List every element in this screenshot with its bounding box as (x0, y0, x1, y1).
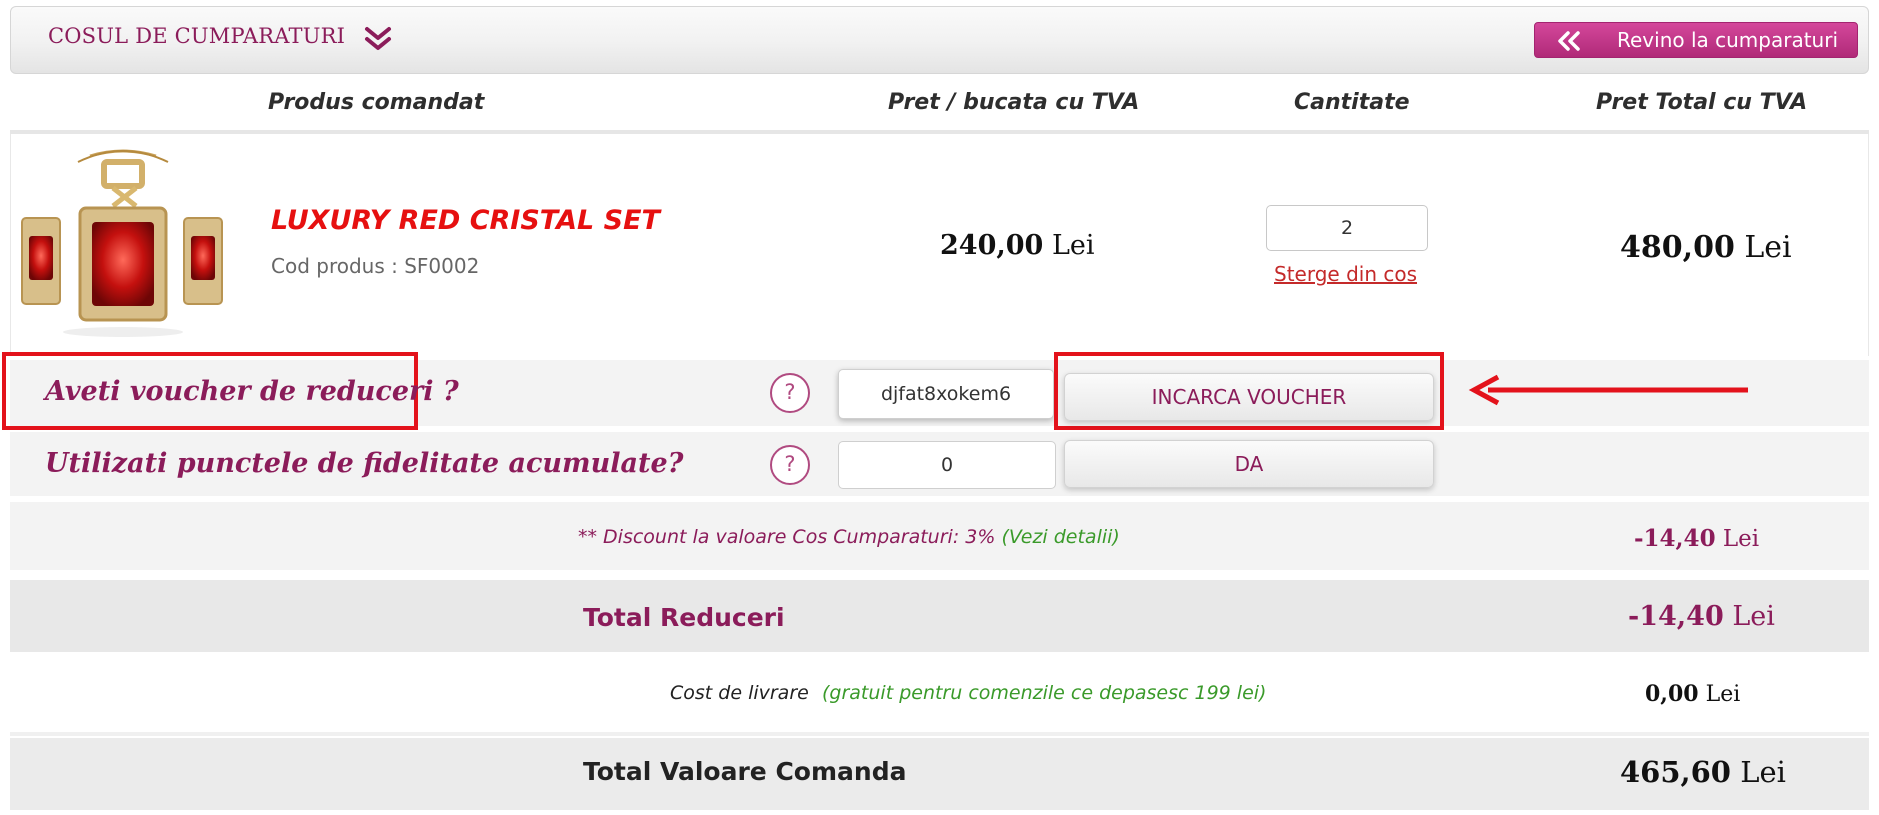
line-total-currency: Lei (1744, 230, 1792, 265)
grand-total-currency: Lei (1740, 755, 1786, 789)
fidelity-points-input[interactable] (838, 441, 1056, 489)
voucher-help-icon[interactable]: ? (770, 373, 810, 413)
unit-price-currency: Lei (1051, 230, 1095, 261)
delivery-cost-currency: Lei (1705, 682, 1741, 707)
load-voucher-button[interactable]: INCARCA VOUCHER (1064, 373, 1434, 421)
discount-amount-value: -14,40 (1634, 525, 1716, 552)
column-header-unit-price: Pret / bucata cu TVA (888, 90, 1140, 115)
cart-title: COSUL DE CUMPARATURI (48, 24, 346, 48)
total-discounts-value: -14,40 (1628, 601, 1724, 632)
cart-discount-text: ** Discount la valoare Cos Cumparaturi: … (578, 526, 1120, 548)
use-fidelity-points-button[interactable]: DA (1064, 440, 1434, 488)
line-total-value: 480,00 (1620, 230, 1735, 265)
voucher-code-input[interactable] (838, 369, 1054, 419)
fidelity-label: Utilizati punctele de fidelitate acumula… (45, 448, 684, 479)
unit-price: 240,00 Lei (940, 230, 1094, 261)
free-delivery-note: (gratuit pentru comenzile ce depasesc 19… (822, 682, 1267, 704)
delivery-cost-amount: 0,00 Lei (1645, 681, 1740, 707)
total-discounts-amount: -14,40 Lei (1628, 601, 1775, 632)
summary-divider (10, 732, 1869, 736)
arrow-left-icon (1468, 374, 1748, 406)
quantity-input[interactable] (1266, 205, 1428, 251)
column-header-quantity: Cantitate (1294, 90, 1410, 115)
unit-price-value: 240,00 (940, 230, 1044, 261)
grand-total-value: 465,60 (1620, 755, 1731, 789)
delivery-cost-label: Cost de livrare (670, 682, 809, 704)
back-to-shopping-button[interactable]: Revino la cumparaturi (1534, 22, 1858, 58)
total-discounts-row (10, 580, 1869, 652)
cart-discount-label: ** Discount la valoare Cos Cumparaturi: … (578, 526, 996, 548)
product-code: Cod produs : SF0002 (271, 254, 480, 278)
total-discounts-label: Total Reduceri (583, 603, 785, 632)
discount-amount: -14,40 Lei (1634, 525, 1759, 552)
voucher-label: Aveti voucher de reduceri ? (45, 376, 459, 407)
discount-details-link[interactable]: (Vezi detalii) (1001, 526, 1119, 548)
product-name-link[interactable]: LUXURY RED CRISTAL SET (271, 205, 660, 236)
total-discounts-currency: Lei (1732, 601, 1775, 632)
double-chevron-down-icon[interactable] (363, 26, 393, 52)
product-image[interactable] (18, 148, 228, 340)
column-header-total-price: Pret Total cu TVA (1596, 90, 1808, 115)
back-button-label: Revino la cumparaturi (1617, 28, 1839, 52)
remove-from-cart-link[interactable]: Sterge din cos (1274, 262, 1417, 286)
grand-total-label: Total Valoare Comanda (583, 757, 907, 786)
double-chevron-left-icon (1558, 31, 1580, 51)
fidelity-help-icon[interactable]: ? (770, 445, 810, 485)
column-header-product: Produs comandat (268, 90, 485, 115)
grand-total-row (10, 738, 1869, 810)
grand-total-amount: 465,60 Lei (1620, 755, 1786, 789)
line-total-price: 480,00 Lei (1620, 230, 1792, 265)
delivery-cost-value: 0,00 (1645, 681, 1699, 707)
discount-amount-currency: Lei (1722, 526, 1760, 552)
